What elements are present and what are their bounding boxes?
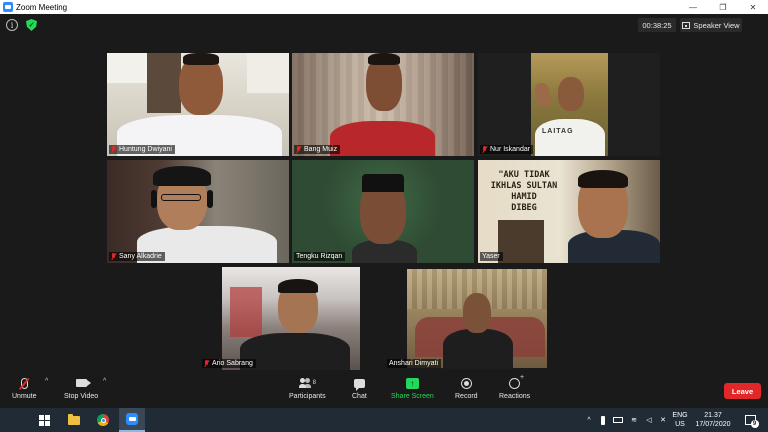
- participant-name: Huntung Dwiyani: [119, 146, 172, 153]
- active-speaker-tile[interactable]: Anshari Dimyati: [385, 267, 570, 370]
- windows-taskbar: ^ ≋ ◁ ✕ ENG US 21.37 17/07/2020 9: [0, 408, 768, 432]
- participant-name: Tengku Rizqan: [296, 253, 343, 260]
- video-tile[interactable]: "AKU TIDAK IKHLAS SULTAN HAMID DIBEG Yas…: [478, 160, 660, 263]
- participant-name-tag: Nur Iskandar: [480, 145, 534, 154]
- meeting-status-icons: i ✓: [6, 19, 37, 31]
- reactions-button[interactable]: Reactions: [499, 374, 530, 401]
- action-center-button[interactable]: 9: [740, 408, 760, 432]
- audio-options-caret[interactable]: ^: [45, 378, 48, 385]
- minimize-button[interactable]: —: [678, 0, 708, 14]
- close-button[interactable]: ✕: [738, 0, 768, 14]
- reaction-emoji-icon: [509, 374, 524, 389]
- record-icon: [460, 377, 472, 389]
- stop-video-button[interactable]: Stop Video: [64, 376, 98, 400]
- muted-mic-icon: [111, 253, 117, 260]
- participant-name-tag: Bang Muiz: [294, 145, 341, 154]
- chat-button[interactable]: Chat: [352, 376, 367, 400]
- meeting-area: i ✓ 00:38:25 Speaker View Huntung Dwiyan…: [0, 14, 768, 372]
- record-button[interactable]: Record: [455, 376, 478, 400]
- participant-name: Ario Sabrang: [212, 360, 253, 367]
- window-title: Zoom Meeting: [16, 2, 68, 12]
- participant-count: 8: [312, 380, 316, 386]
- view-layout-icon: [682, 21, 691, 29]
- zoom-taskbar-button[interactable]: [119, 408, 145, 432]
- muted-mic-icon: [296, 146, 302, 153]
- windows-logo-icon: [38, 414, 50, 426]
- muted-mic-icon: [204, 360, 210, 367]
- file-explorer-button[interactable]: [62, 408, 86, 432]
- leave-button[interactable]: Leave: [724, 383, 761, 399]
- participant-name-tag: Anshari Dimyati: [387, 359, 442, 368]
- zoom-window: Zoom Meeting — ❐ ✕ i ✓ 00:38:25 Speaker …: [0, 0, 768, 432]
- chrome-button[interactable]: [91, 408, 115, 432]
- share-screen-button[interactable]: ↑ Share Screen: [391, 376, 434, 400]
- language-indicator[interactable]: ENG US: [670, 408, 690, 432]
- muted-mic-icon: [482, 146, 488, 153]
- video-tile[interactable]: Ario Sabrang: [200, 267, 382, 370]
- participant-name: Nur Iskandar: [490, 146, 531, 153]
- maximize-button[interactable]: ❐: [708, 0, 738, 14]
- muted-microphone-icon: [20, 377, 28, 389]
- clock[interactable]: 21.37 17/07/2020: [692, 408, 734, 432]
- participant-name-tag: Yaser: [480, 252, 503, 261]
- speaker-muted-icon[interactable]: ✕: [657, 408, 669, 432]
- meeting-timer: 00:38:25: [638, 18, 676, 32]
- zoom-app-icon: [3, 2, 13, 12]
- speaker-view-button[interactable]: Speaker View: [680, 18, 742, 32]
- participant-name: Anshari Dimyati: [389, 360, 439, 367]
- participant-name-tag: Tengku Rizqan: [294, 252, 346, 261]
- poster: "AKU TIDAK IKHLAS SULTAN HAMID DIBEG: [490, 170, 558, 213]
- participant-name: Sany Alkadrie: [119, 253, 162, 260]
- participant-name-tag: Sany Alkadrie: [109, 252, 165, 261]
- video-tile[interactable]: Bang Muiz: [292, 53, 474, 156]
- shirt-print: LAITAG: [542, 128, 574, 135]
- video-tile[interactable]: Huntung Dwiyani: [107, 53, 289, 156]
- window-controls: — ❐ ✕: [678, 0, 768, 14]
- video-tile[interactable]: Sany Alkadrie: [107, 160, 289, 263]
- video-options-caret[interactable]: ^: [103, 378, 106, 385]
- video-camera-icon: [75, 379, 91, 387]
- participant-name: Bang Muiz: [304, 146, 338, 153]
- folder-icon: [68, 413, 80, 425]
- video-tile[interactable]: LAITAG Nur Iskandar: [478, 53, 660, 156]
- zoom-icon: [126, 413, 138, 425]
- participant-name: Yaser: [482, 253, 500, 260]
- participant-name-tag: Huntung Dwiyani: [109, 145, 175, 154]
- chat-icon: [353, 378, 365, 391]
- view-label: Speaker View: [693, 20, 740, 30]
- title-bar: Zoom Meeting — ❐ ✕: [0, 0, 768, 14]
- wifi-icon[interactable]: ≋: [628, 408, 640, 432]
- unmute-button[interactable]: Unmute: [12, 376, 37, 400]
- meeting-toolbar: Unmute ^ Stop Video ^ 8 Participants Cha…: [0, 372, 768, 408]
- tray-overflow-button[interactable]: ^: [584, 408, 594, 432]
- participants-button[interactable]: 8 Participants: [289, 376, 326, 400]
- muted-mic-icon: [111, 146, 117, 153]
- encryption-shield-icon[interactable]: ✓: [26, 19, 37, 31]
- volume-icon[interactable]: ◁: [643, 408, 655, 432]
- start-button[interactable]: [32, 408, 56, 432]
- notification-icon: 9: [744, 415, 759, 428]
- participants-icon: [298, 378, 311, 388]
- participant-name-tag: Ario Sabrang: [202, 359, 256, 368]
- chrome-icon: [97, 414, 109, 426]
- video-tile[interactable]: Tengku Rizqan: [292, 160, 474, 263]
- share-screen-icon: ↑: [405, 377, 419, 389]
- usb-device-icon[interactable]: [598, 408, 608, 432]
- battery-icon[interactable]: [612, 408, 624, 432]
- info-icon[interactable]: i: [6, 19, 18, 31]
